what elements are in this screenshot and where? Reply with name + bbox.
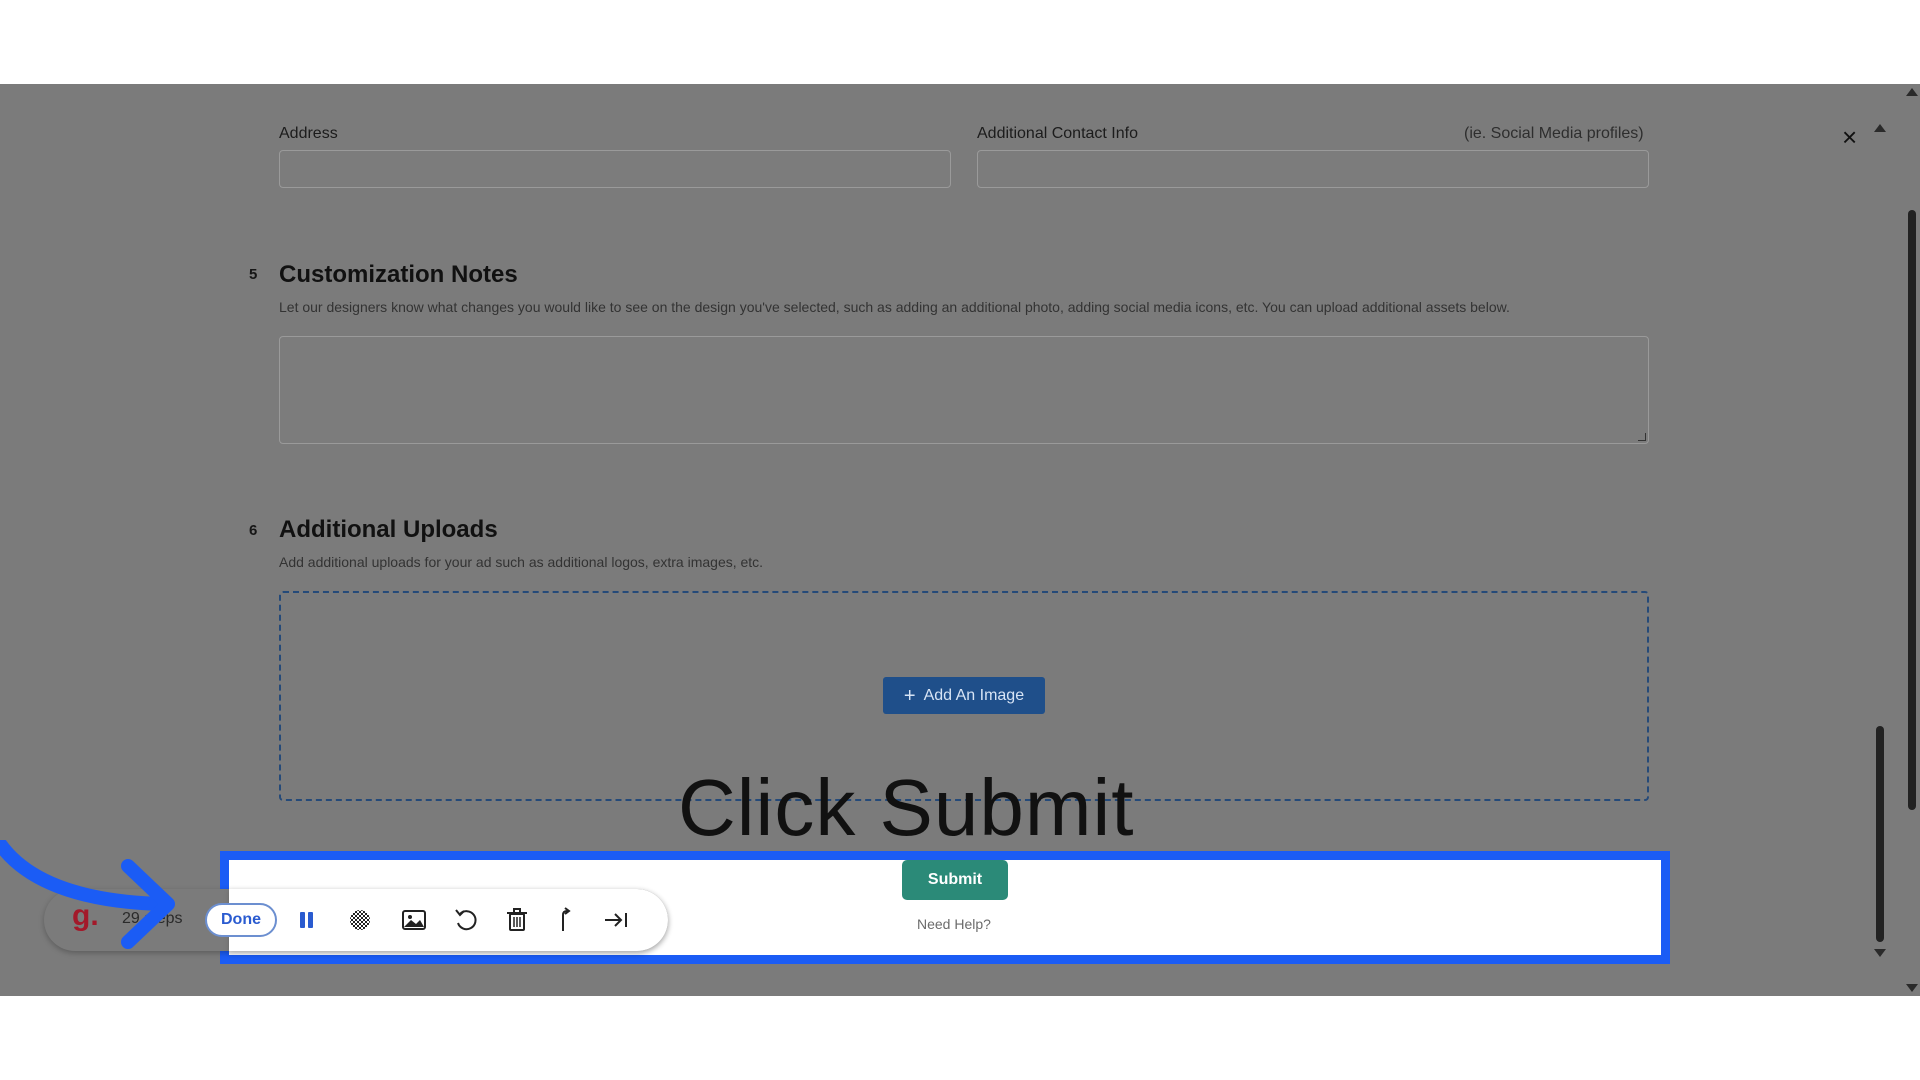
page-scrollbar-thumb[interactable] [1908,210,1916,810]
address-label: Address [279,125,338,142]
step-number-5: 5 [249,266,258,283]
need-help-link[interactable]: Need Help? [917,916,991,932]
add-image-button[interactable]: + Add An Image [883,677,1045,714]
customization-description: Let our designers know what changes you … [279,299,1510,315]
pointer-arrow-icon [0,840,175,949]
recorder-toolbar-controls: Done [205,889,668,951]
pause-icon[interactable] [291,905,321,935]
branch-icon[interactable] [551,905,581,935]
close-icon[interactable]: × [1842,124,1857,150]
instruction-caption: Click Submit [678,763,1135,852]
modal-scroll-down-icon[interactable] [1874,949,1886,957]
contact-hint: (ie. Social Media profiles) [1464,125,1644,142]
resize-handle-icon[interactable] [1638,433,1646,441]
uploads-description: Add additional uploads for your ad such … [279,554,764,570]
submit-button[interactable]: Submit [902,860,1008,900]
add-image-label: Add An Image [923,686,1025,704]
page-scroll-up-icon[interactable] [1906,88,1918,96]
plus-icon: + [903,684,916,707]
modal-scrollbar-thumb[interactable] [1876,726,1884,942]
customization-textarea[interactable] [279,336,1649,444]
image-icon[interactable] [399,905,429,935]
address-input[interactable] [279,150,951,188]
skip-icon[interactable] [601,905,631,935]
page-scroll-down-icon[interactable] [1906,984,1918,992]
uploads-title: Additional Uploads [279,516,498,543]
contact-input[interactable] [977,150,1649,188]
modal-scroll-up-icon[interactable] [1874,124,1886,132]
undo-icon[interactable] [451,905,481,935]
contact-label: Additional Contact Info [977,125,1138,142]
customization-title: Customization Notes [279,261,518,288]
step-number-6: 6 [249,522,258,539]
blur-icon[interactable] [345,905,375,935]
done-button[interactable]: Done [205,903,277,937]
screen: Address Additional Contact Info (ie. Soc… [0,0,1920,1080]
trash-icon[interactable] [502,905,532,935]
